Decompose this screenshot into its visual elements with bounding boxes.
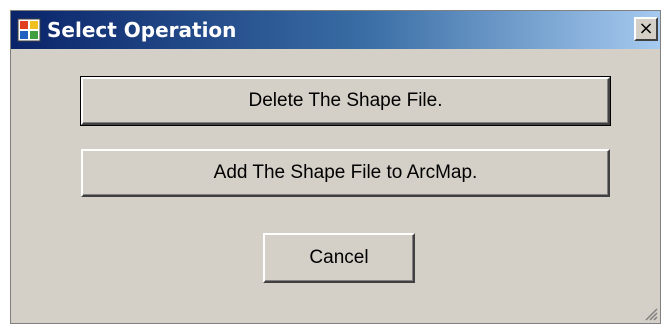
delete-shape-file-button[interactable]: Delete The Shape File. — [80, 76, 611, 126]
add-shape-file-to-arcmap-button[interactable]: Add The Shape File to ArcMap. — [81, 149, 610, 197]
resize-grip-icon[interactable] — [644, 307, 658, 321]
close-button[interactable]: × — [634, 17, 658, 41]
close-icon: × — [638, 18, 654, 39]
select-operation-dialog: Select Operation × Delete The Shape File… — [10, 10, 661, 324]
window-app-icon — [17, 18, 41, 42]
cancel-button[interactable]: Cancel — [263, 233, 415, 283]
title-bar[interactable]: Select Operation × — [11, 11, 660, 49]
window-title: Select Operation — [47, 18, 237, 42]
